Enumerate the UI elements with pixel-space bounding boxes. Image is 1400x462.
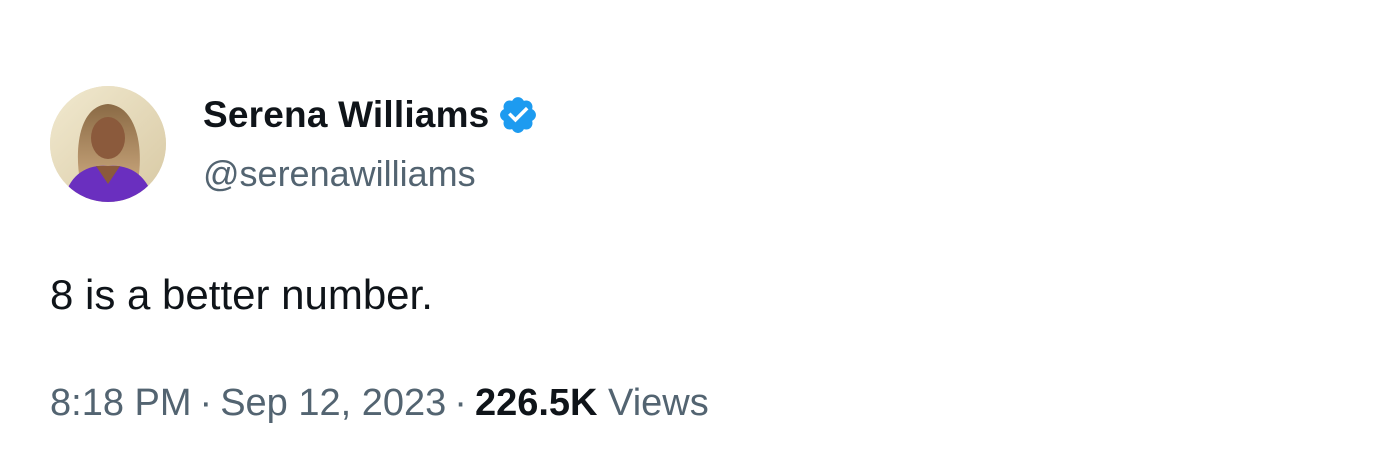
verified-badge-icon[interactable] bbox=[497, 90, 547, 140]
tweet-meta: 8:18 PM · Sep 12, 2023 · 226.5K Views bbox=[50, 378, 709, 428]
tweet-card: Serena Williams @serenawilliams 8 is a b… bbox=[0, 0, 1400, 462]
author-display-name[interactable]: Serena Williams bbox=[203, 92, 489, 138]
tweet-date[interactable]: Sep 12, 2023 bbox=[220, 382, 446, 424]
views-label: Views bbox=[608, 382, 709, 424]
author-info: Serena Williams bbox=[203, 92, 547, 138]
tweet-time[interactable]: 8:18 PM bbox=[50, 382, 192, 424]
avatar[interactable] bbox=[50, 86, 166, 202]
meta-separator: · bbox=[199, 382, 213, 424]
tweet-text: 8 is a better number. bbox=[50, 271, 433, 318]
meta-separator: · bbox=[454, 382, 467, 424]
views-count[interactable]: 226.5K bbox=[475, 382, 598, 424]
avatar-image bbox=[50, 86, 166, 202]
author-handle[interactable]: @serenawilliams bbox=[203, 152, 476, 196]
